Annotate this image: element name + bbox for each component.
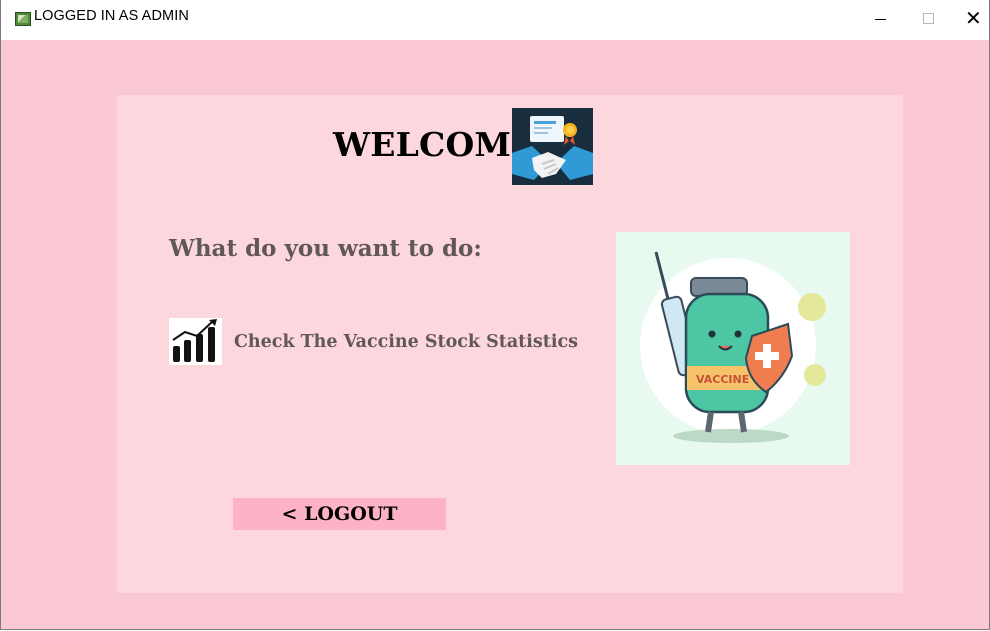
check-stock-statistics-button[interactable]: Check The Vaccine Stock Statistics [169, 318, 599, 366]
title-bar: LOGGED IN AS ADMIN ✕ [1, 0, 989, 40]
logout-button[interactable]: < LOGOUT [233, 498, 446, 530]
svg-text:VACCINE: VACCINE [696, 373, 749, 386]
main-panel: WELCOME What do you want to do: Check Th… [117, 95, 903, 593]
window-title: LOGGED IN AS ADMIN [34, 8, 189, 24]
maximize-icon [923, 13, 934, 24]
handshake-certificate-icon [512, 108, 593, 185]
app-window: LOGGED IN AS ADMIN ✕ WELCOME What do you… [0, 0, 990, 630]
maximize-button[interactable] [905, 0, 951, 40]
check-stock-statistics-label: Check The Vaccine Stock Statistics [234, 332, 579, 352]
bar-chart-icon [169, 318, 222, 365]
minimize-icon [875, 19, 886, 20]
app-icon [15, 12, 31, 26]
welcome-heading: WELCOME [333, 125, 537, 164]
close-icon: ✕ [965, 6, 982, 30]
vaccine-bottle-illustration: VACCINE [616, 232, 850, 465]
prompt-heading: What do you want to do: [169, 235, 482, 262]
close-button[interactable]: ✕ [951, 0, 990, 40]
minimize-button[interactable] [859, 0, 905, 40]
